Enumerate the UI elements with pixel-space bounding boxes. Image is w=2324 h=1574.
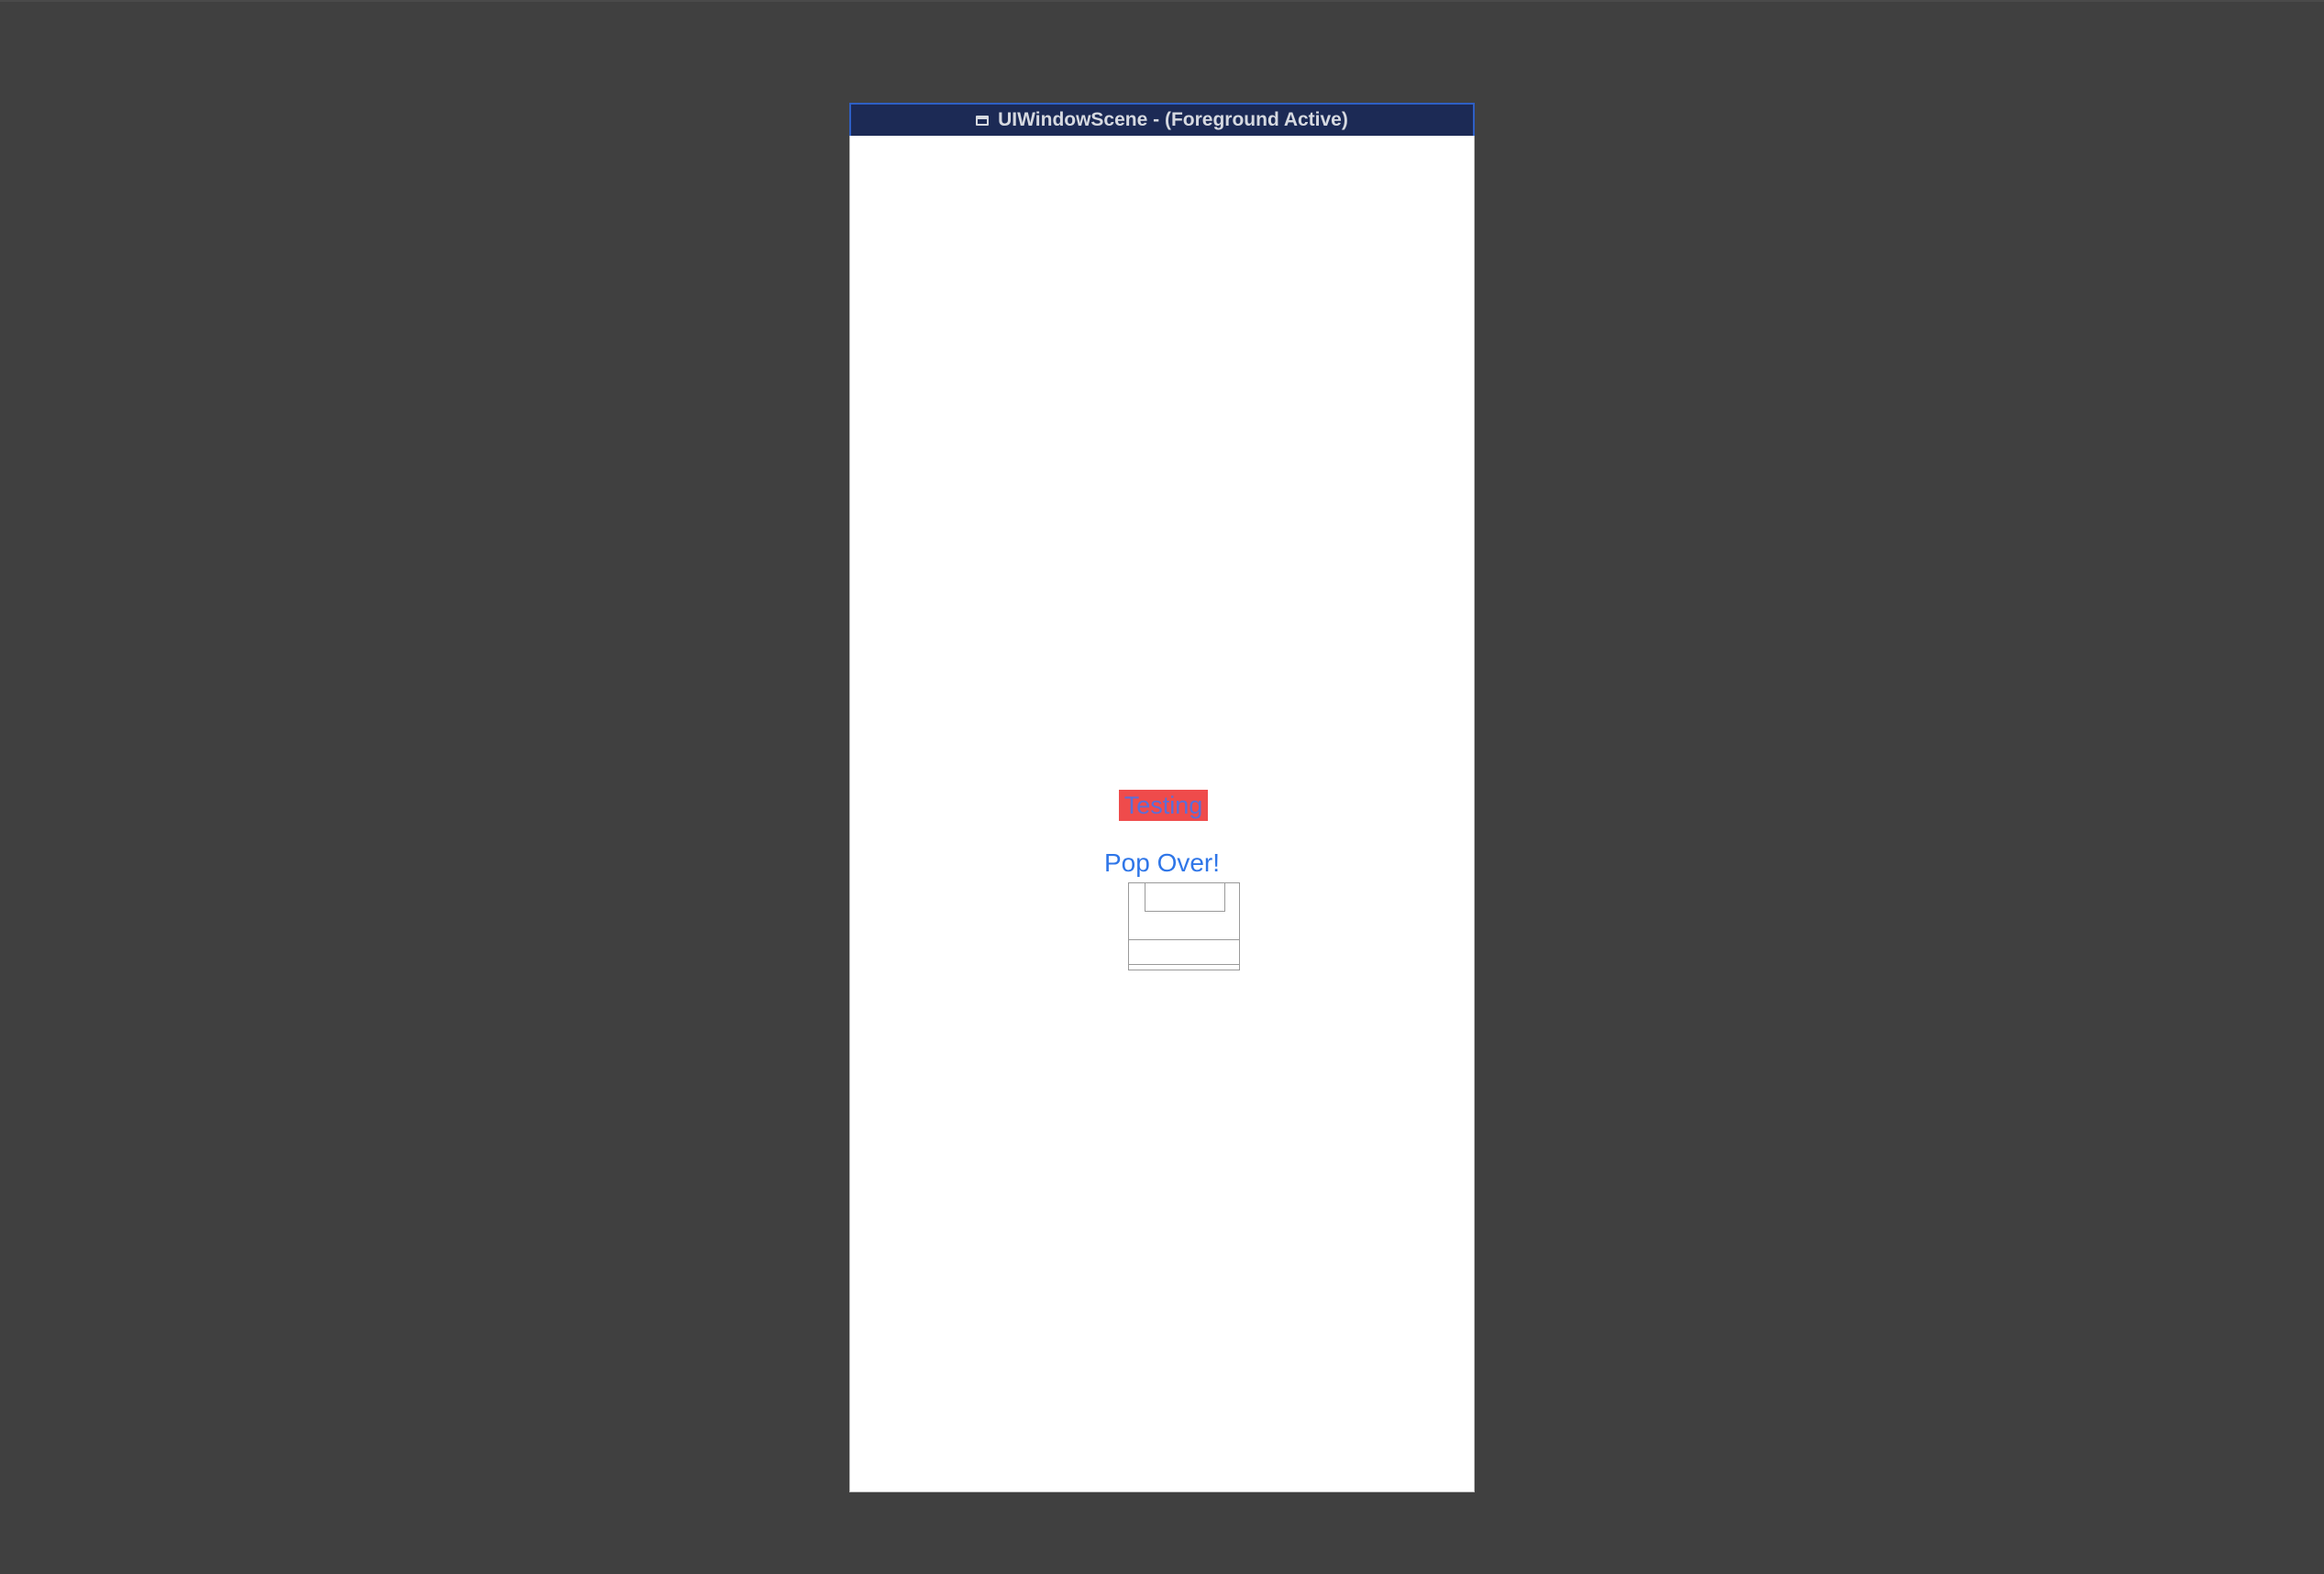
window-scene[interactable]: UIWindowScene - (Foreground Active) Test… <box>849 103 1475 1492</box>
wireframe-inner-box <box>1145 882 1225 912</box>
wireframe-view[interactable] <box>1128 882 1240 970</box>
testing-label[interactable]: Testing <box>1119 790 1208 821</box>
scene-title-bar[interactable]: UIWindowScene - (Foreground Active) <box>849 103 1475 136</box>
scene-title: UIWindowScene - (Foreground Active) <box>998 109 1348 130</box>
wireframe-bottom-bar <box>1128 939 1239 965</box>
pop-over-button[interactable]: Pop Over! <box>1098 846 1226 881</box>
scene-content-view[interactable]: Testing Pop Over! <box>849 136 1475 1492</box>
window-icon <box>976 115 990 126</box>
